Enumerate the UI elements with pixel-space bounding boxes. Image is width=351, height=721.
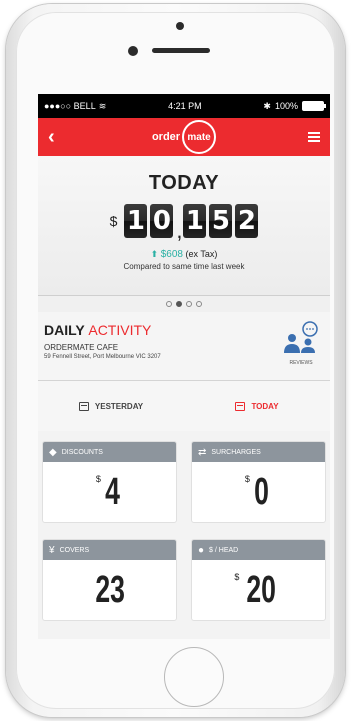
page-dot[interactable] xyxy=(196,301,202,307)
logo-text: order xyxy=(151,131,181,143)
page-dot[interactable] xyxy=(166,301,172,307)
arrows-icon: ⇄ xyxy=(198,446,207,458)
tab-today[interactable]: TODAY xyxy=(184,381,330,431)
day-tabs: YESTERDAY TODAY xyxy=(38,381,330,431)
card-covers[interactable]: ¥ COVERS 23 xyxy=(42,539,177,621)
card-body: $ 20 xyxy=(192,560,325,620)
card-body: $ 0 xyxy=(192,462,325,522)
clock: 4:21 PM xyxy=(168,101,202,111)
today-title: TODAY xyxy=(148,172,220,194)
calendar-icon xyxy=(235,401,246,411)
reviews-label: REVIEWS xyxy=(289,360,313,366)
card-surcharges[interactable]: ⇄ SURCHARGES $ 0 xyxy=(191,441,326,523)
card-per-head[interactable]: ● $ / HEAD $ 20 xyxy=(191,539,326,621)
earpiece-speaker xyxy=(152,48,210,53)
thousands-separator: , xyxy=(176,218,183,243)
reviews-icon xyxy=(284,321,318,353)
phone-frame: ●●●○○ BELL ≋ 4:21 PM ✱ 100% ‹ order mate… xyxy=(6,4,345,717)
ordermate-logo: order mate xyxy=(151,120,217,154)
currency-symbol: $ xyxy=(109,213,118,229)
tag-icon: ◆ xyxy=(49,446,57,458)
page-dot-active[interactable] xyxy=(176,301,182,307)
stats-cards: ◆ DISCOUNTS $ 4 ⇄ SURCHARGES $ 0 ¥ COVER… xyxy=(38,431,330,621)
home-button[interactable] xyxy=(164,647,224,707)
card-value: 0 xyxy=(254,470,269,513)
sales-counter: $ 1 0 , 1 5 2 xyxy=(38,204,330,243)
tab-label: TODAY xyxy=(251,401,279,411)
tab-yesterday[interactable]: YESTERDAY xyxy=(38,381,184,431)
heading-bold: DAILY xyxy=(44,322,85,338)
up-arrow-icon: ⬆ xyxy=(150,249,159,259)
battery-percent: 100% xyxy=(274,101,298,111)
page-dot[interactable] xyxy=(186,301,192,307)
sales-change: ⬆ $608 (ex Tax) xyxy=(38,249,330,260)
card-currency: $ xyxy=(244,474,250,484)
front-camera xyxy=(176,22,184,30)
calendar-icon xyxy=(78,401,89,411)
status-bar: ●●●○○ BELL ≋ 4:21 PM ✱ 100% xyxy=(38,94,330,118)
card-discounts[interactable]: ◆ DISCOUNTS $ 4 xyxy=(42,441,177,523)
daily-activity-section: DAILY ACTIVITY ORDERMATE CAFE 59 Fennell… xyxy=(38,312,330,381)
card-value: 4 xyxy=(105,470,120,513)
card-header: ● $ / HEAD xyxy=(192,540,325,560)
hamburger-menu-icon[interactable] xyxy=(300,132,320,142)
card-currency: $ xyxy=(234,572,240,582)
card-label: $ / HEAD xyxy=(209,546,239,554)
card-body: $ 4 xyxy=(43,462,176,522)
back-arrow-icon[interactable]: ‹ xyxy=(48,126,68,149)
change-amount: $608 xyxy=(160,249,183,260)
app-bar: ‹ order mate xyxy=(38,118,330,156)
comparison-text: Compared to same time last week xyxy=(123,262,245,271)
app-screen: ●●●○○ BELL ≋ 4:21 PM ✱ 100% ‹ order mate… xyxy=(38,94,330,639)
card-label: SURCHARGES xyxy=(211,448,261,456)
card-header: ⇄ SURCHARGES xyxy=(192,442,325,462)
card-body: 23 xyxy=(43,560,176,620)
counter-digit: 1 xyxy=(183,204,207,238)
counter-digit: 2 xyxy=(235,204,259,238)
battery-icon xyxy=(301,101,326,111)
page-indicator[interactable] xyxy=(38,296,330,312)
person-icon: ● xyxy=(198,544,205,556)
card-value: 20 xyxy=(246,568,277,611)
bluetooth-icon: ✱ xyxy=(263,100,271,111)
wifi-icon: ≋ xyxy=(98,100,107,111)
change-note: (ex Tax) xyxy=(185,249,218,259)
card-label: COVERS xyxy=(59,546,90,554)
counter-digit: 5 xyxy=(209,204,233,238)
today-sales-panel: TODAY $ 1 0 , 1 5 2 ⬆ $608 (ex Tax) Comp… xyxy=(38,156,330,296)
card-value: 23 xyxy=(95,568,125,611)
card-header: ◆ DISCOUNTS xyxy=(43,442,176,462)
cutlery-icon: ¥ xyxy=(49,544,55,556)
reviews-button[interactable]: REVIEWS xyxy=(278,320,324,366)
counter-digit: 1 xyxy=(124,204,148,238)
proximity-sensor xyxy=(128,46,138,56)
logo-circle: mate xyxy=(182,120,217,154)
card-header: ¥ COVERS xyxy=(43,540,176,560)
card-label: DISCOUNTS xyxy=(61,448,103,456)
counter-digit: 0 xyxy=(150,204,174,238)
heading-accent: ACTIVITY xyxy=(88,322,152,338)
carrier-label: ●●●○○ BELL xyxy=(44,101,96,111)
card-currency: $ xyxy=(95,474,101,484)
tab-label: YESTERDAY xyxy=(94,401,144,411)
